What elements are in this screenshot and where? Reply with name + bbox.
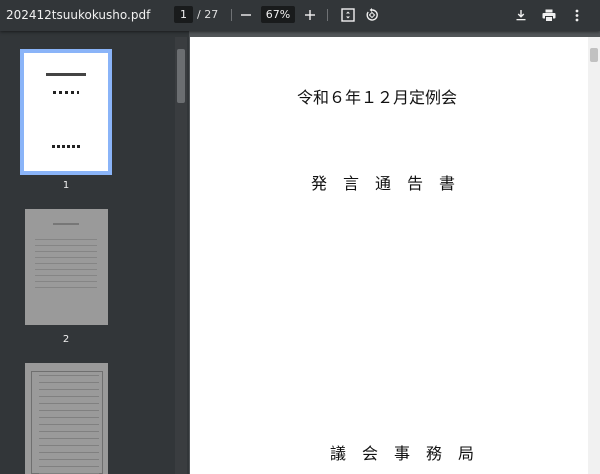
document-title: 発 言 通 告 書	[311, 174, 456, 193]
zoom-out-button[interactable]	[236, 5, 256, 25]
fit-page-button[interactable]	[338, 5, 358, 25]
thumb-text-block	[39, 375, 99, 474]
more-icon	[575, 9, 579, 21]
thumb-text-block	[35, 239, 97, 289]
print-icon	[542, 9, 556, 22]
viewer-scrollbar-thumb[interactable]	[590, 48, 598, 62]
thumb-heading-line	[53, 223, 79, 225]
thumb-title-line	[53, 91, 79, 94]
fit-page-icon	[341, 8, 355, 22]
thumbnail-number: 2	[62, 334, 70, 345]
more-options-button[interactable]	[567, 5, 587, 25]
sidebar-scrollbar-thumb[interactable]	[177, 49, 185, 103]
download-icon	[516, 10, 526, 21]
thumbnail-page-3[interactable]	[25, 363, 108, 474]
plus-icon	[305, 10, 315, 20]
document-heading: 令和６年１２月定例会	[297, 88, 458, 107]
thumbnail-page-2[interactable]	[25, 209, 108, 325]
print-button[interactable]	[539, 5, 559, 25]
download-button[interactable]	[511, 5, 531, 25]
thumbnail-number: 1	[62, 180, 70, 191]
zoom-input[interactable]: 67%	[261, 6, 295, 23]
rotate-icon	[366, 8, 378, 21]
toolbar-divider	[231, 9, 232, 21]
page-total: / 27	[197, 8, 219, 21]
rotate-button[interactable]	[362, 5, 382, 25]
thumb-heading-line	[46, 73, 86, 76]
thumb-footer-line	[52, 145, 80, 148]
toolbar-divider	[327, 9, 328, 21]
thumbnail-page-1[interactable]	[20, 49, 112, 175]
document-footer: 議 会 事 務 局	[330, 444, 475, 463]
viewer-scrollbar[interactable]	[588, 37, 600, 474]
minus-icon	[241, 14, 251, 16]
file-title: 202412tsuukokusho.pdf	[6, 8, 151, 22]
pdf-toolbar: 202412tsuukokusho.pdf 1 / 27 67%	[0, 0, 600, 31]
zoom-in-button[interactable]	[300, 5, 320, 25]
page-number-input[interactable]: 1	[174, 6, 193, 23]
